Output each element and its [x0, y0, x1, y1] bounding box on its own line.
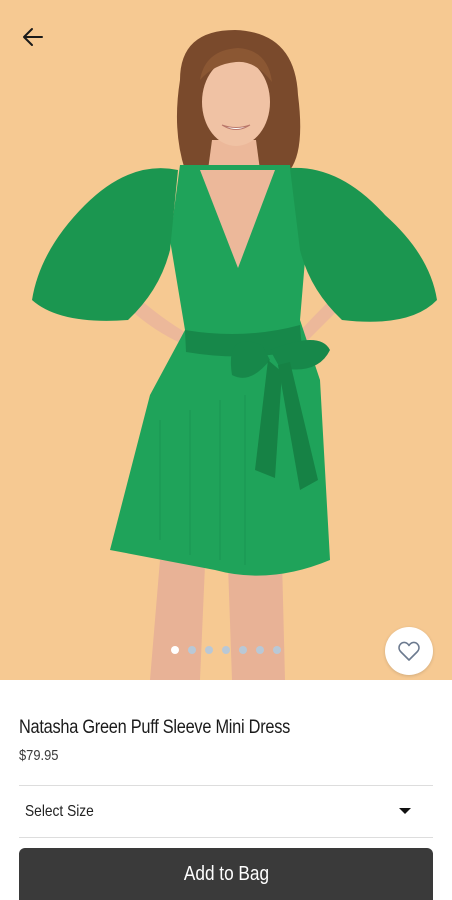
- favorite-button[interactable]: [385, 627, 433, 675]
- size-select-dropdown[interactable]: Select Size: [19, 787, 433, 837]
- product-photo: [0, 0, 452, 680]
- heart-outline-icon: [398, 641, 420, 661]
- gallery-dot-5[interactable]: [239, 646, 247, 654]
- divider: [19, 837, 433, 838]
- caret-down-icon: [399, 808, 411, 814]
- back-button[interactable]: [14, 18, 52, 56]
- product-price: $79.95: [19, 747, 59, 764]
- gallery-dot-1[interactable]: [171, 646, 179, 654]
- back-arrow-icon: [23, 28, 43, 46]
- add-to-bag-button[interactable]: Add to Bag: [19, 848, 433, 900]
- gallery-dot-2[interactable]: [188, 646, 196, 654]
- divider: [19, 785, 433, 786]
- gallery-dot-6[interactable]: [256, 646, 264, 654]
- gallery-dot-3[interactable]: [205, 646, 213, 654]
- product-info-panel: Natasha Green Puff Sleeve Mini Dress $79…: [0, 680, 452, 900]
- gallery-dot-4[interactable]: [222, 646, 230, 654]
- product-title: Natasha Green Puff Sleeve Mini Dress: [19, 717, 291, 738]
- product-image-gallery[interactable]: [0, 0, 452, 680]
- add-to-bag-label: Add to Bag: [183, 862, 269, 885]
- size-select-label: Select Size: [25, 803, 94, 820]
- gallery-dot-7[interactable]: [273, 646, 281, 654]
